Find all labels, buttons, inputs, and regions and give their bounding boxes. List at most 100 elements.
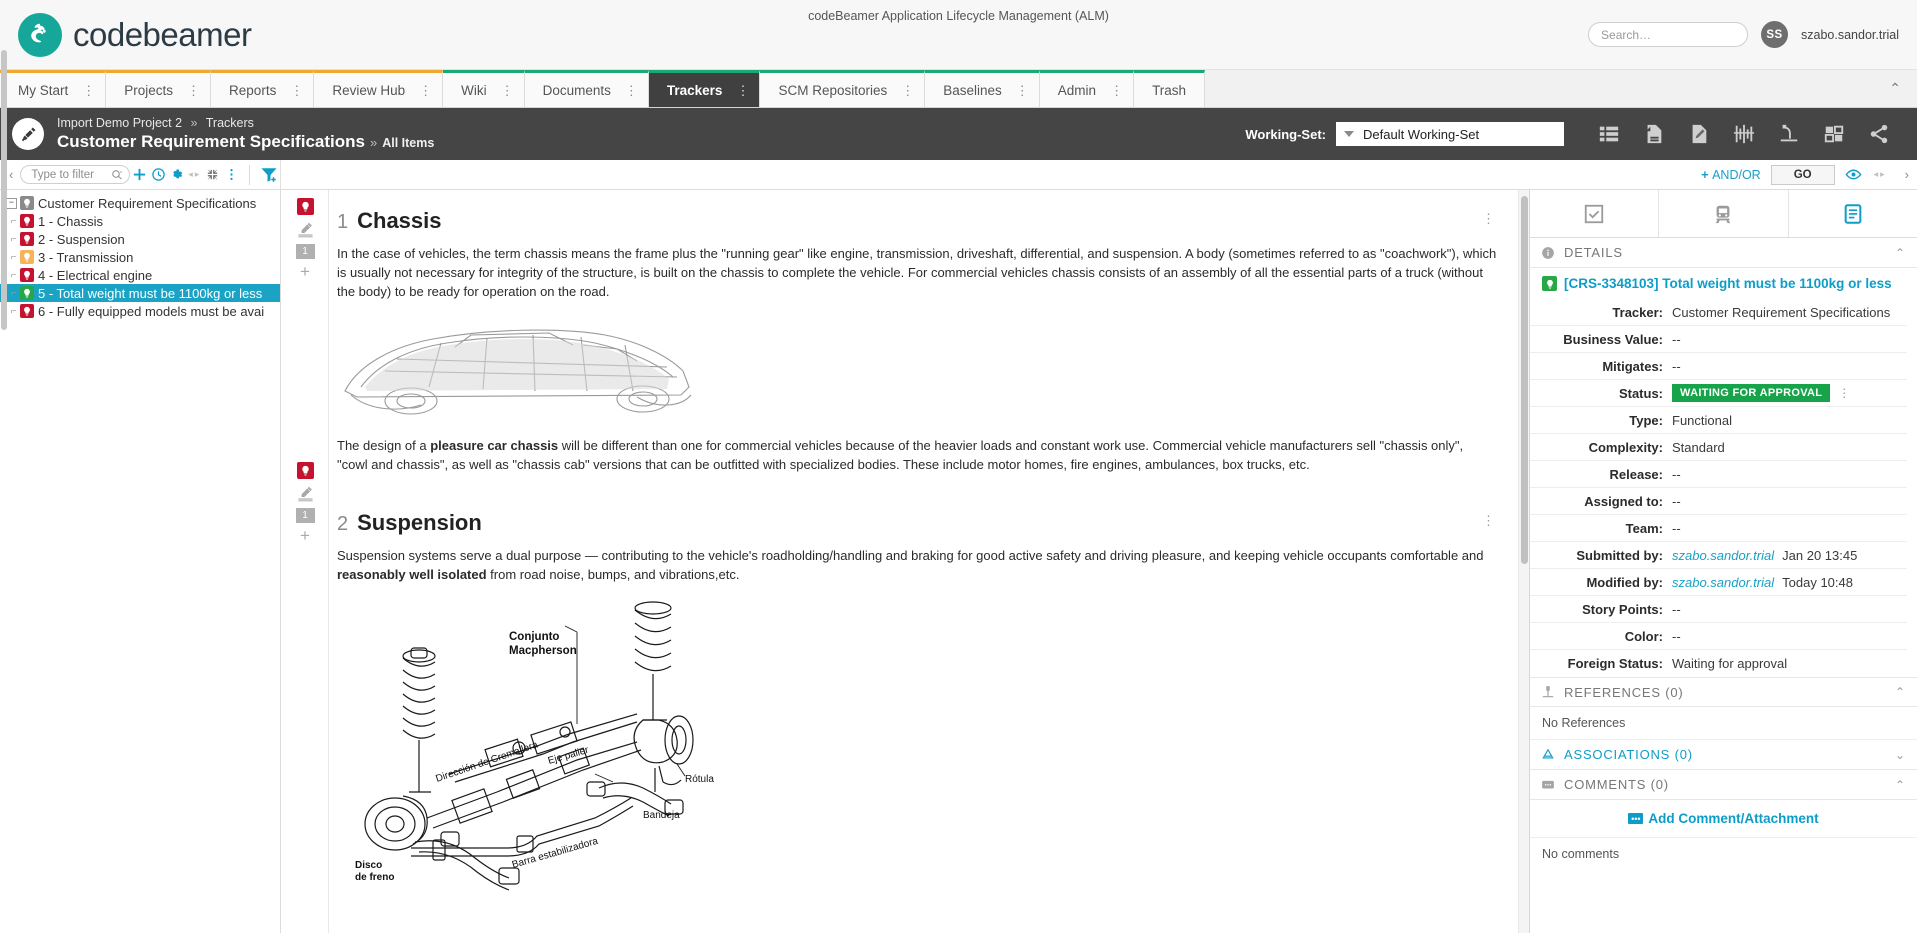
- edit-document-icon[interactable]: [1676, 114, 1721, 154]
- nav-tab-my-start[interactable]: My Start ⋮: [0, 70, 106, 107]
- chevron-down-icon[interactable]: ⌄: [1895, 748, 1905, 762]
- add-comment-button[interactable]: ••• Add Comment/Attachment: [1530, 800, 1917, 838]
- plus-icon: +: [300, 265, 310, 279]
- nav-tab-menu-icon[interactable]: ⋮: [611, 84, 648, 97]
- gutter-bulb-wrap[interactable]: [281, 462, 329, 479]
- filter-icon[interactable]: [258, 161, 281, 189]
- field-label: Foreign Status:: [1530, 656, 1672, 671]
- tree-item-1-chassis[interactable]: ⌐ 1 - Chassis: [0, 212, 280, 230]
- status-menu-icon[interactable]: ⋮: [1838, 387, 1850, 399]
- brand-logo[interactable]: codebeamer: [0, 13, 251, 57]
- field-value: Functional: [1672, 413, 1732, 428]
- nav-collapse-button[interactable]: ⌃: [1889, 70, 1917, 107]
- field-label: Story Points:: [1530, 602, 1672, 617]
- modifier-link[interactable]: szabo.sandor.trial: [1672, 575, 1774, 590]
- share-icon[interactable]: [1856, 114, 1901, 154]
- working-set-select[interactable]: Default Working-Set: [1336, 122, 1564, 146]
- paragraph-prefix: Suspension systems serve a dual purpose …: [337, 548, 1483, 563]
- submitter-link[interactable]: szabo.sandor.trial: [1672, 548, 1774, 563]
- expand-panel-icon[interactable]: ›: [1899, 167, 1909, 182]
- tab-tracker[interactable]: [1659, 190, 1788, 237]
- document-scrollbar[interactable]: [1518, 190, 1529, 933]
- nav-tab-menu-icon[interactable]: ⋮: [1002, 84, 1039, 97]
- section-menu-icon[interactable]: ⋮: [1482, 212, 1495, 225]
- nav-tab-menu-icon[interactable]: ⋮: [405, 84, 442, 97]
- nav-arrows[interactable]: ◂▸: [186, 169, 203, 180]
- nav-tab-trash[interactable]: Trash: [1134, 70, 1205, 107]
- field-row-complexity: Complexity: Standard: [1530, 434, 1907, 461]
- breadcrumb-project[interactable]: Import Demo Project 2: [57, 116, 182, 130]
- details-section-header[interactable]: DETAILS ⌃: [1530, 238, 1917, 268]
- section-heading-suspension: 2 Suspension ⋮: [329, 504, 1501, 540]
- nav-tab-wiki[interactable]: Wiki ⋮: [443, 70, 525, 107]
- user-name-label[interactable]: szabo.sandor.trial: [1801, 28, 1899, 42]
- layout-view-icon[interactable]: [1811, 114, 1856, 154]
- search-input[interactable]: [1601, 28, 1756, 42]
- tree-filter-field[interactable]: [20, 165, 130, 184]
- tree-item-6-fully-equipped[interactable]: ⌐ 6 - Fully equipped models must be avai: [0, 302, 280, 320]
- nav-tab-menu-icon[interactable]: ⋮: [276, 84, 313, 97]
- settings-gear-icon[interactable]: [167, 161, 186, 189]
- tree-item-3-transmission[interactable]: ⌐ 3 - Transmission: [0, 248, 280, 266]
- main-navigation: My Start ⋮ Projects ⋮ Reports ⋮ Review H…: [0, 70, 1917, 108]
- nav-tab-projects[interactable]: Projects ⋮: [106, 70, 211, 107]
- nav-tab-reports[interactable]: Reports ⋮: [211, 70, 314, 107]
- collapse-all-icon[interactable]: [203, 161, 222, 189]
- breadcrumb-main: Customer Requirement Specifications » Al…: [57, 132, 434, 153]
- references-section-header[interactable]: REFERENCES (0) ⌃: [1530, 677, 1917, 707]
- pager-arrows[interactable]: ◂▸: [1872, 169, 1889, 180]
- document-view-icon[interactable]: [1631, 114, 1676, 154]
- chevron-up-icon[interactable]: ⌃: [1895, 778, 1905, 792]
- tab-checklist[interactable]: [1530, 190, 1659, 237]
- associations-section-header[interactable]: ASSOCIATIONS (0) ⌄: [1530, 740, 1917, 770]
- document-scrollbar-thumb[interactable]: [1521, 196, 1528, 564]
- nav-tab-menu-icon[interactable]: ⋮: [68, 84, 105, 97]
- edit-lines-icon[interactable]: [281, 485, 329, 502]
- nav-tab-scm-repositories[interactable]: SCM Repositories ⋮: [760, 70, 925, 107]
- edit-lines-icon[interactable]: [281, 221, 329, 238]
- add-section-wrap[interactable]: +: [281, 529, 329, 543]
- tree-item-2-suspension[interactable]: ⌐ 2 - Suspension: [0, 230, 280, 248]
- requirement-bulb-icon: [1542, 276, 1557, 291]
- chevron-up-icon[interactable]: ⌃: [1895, 246, 1905, 260]
- traceability-icon[interactable]: [1721, 114, 1766, 154]
- breadcrumb-section[interactable]: Trackers: [206, 116, 254, 130]
- nav-tab-menu-icon[interactable]: ⋮: [487, 84, 524, 97]
- history-icon[interactable]: [149, 161, 168, 189]
- nav-tab-menu-icon[interactable]: ⋮: [1096, 84, 1133, 97]
- nav-tab-menu-icon[interactable]: ⋮: [887, 84, 924, 97]
- branch-view-icon[interactable]: [1766, 114, 1811, 154]
- nav-tab-review-hub[interactable]: Review Hub ⋮: [314, 70, 443, 107]
- view-name[interactable]: All Items: [382, 133, 434, 153]
- field-row-modified-by: Modified by: szabo.sandor.trial Today 10…: [1530, 569, 1907, 596]
- tab-document[interactable]: [1789, 190, 1917, 237]
- nav-tab-menu-icon[interactable]: ⋮: [173, 84, 210, 97]
- tree-item-4-electrical-engine[interactable]: ⌐ 4 - Electrical engine: [0, 266, 280, 284]
- field-row-mitigates: Mitigates: --: [1530, 353, 1907, 380]
- add-icon[interactable]: [130, 161, 149, 189]
- references-empty-text: No References: [1530, 707, 1917, 740]
- comments-section-header[interactable]: COMMENTS (0) ⌃: [1530, 770, 1917, 800]
- status-badge[interactable]: WAITING FOR APPROVAL: [1672, 384, 1830, 402]
- section-menu-icon[interactable]: ⋮: [1482, 514, 1495, 527]
- go-button[interactable]: GO: [1771, 165, 1835, 185]
- list-view-icon[interactable]: [1586, 114, 1631, 154]
- add-and-or-button[interactable]: + AND/OR: [1701, 168, 1760, 182]
- user-avatar[interactable]: SS: [1761, 21, 1788, 48]
- global-search[interactable]: [1588, 22, 1748, 47]
- nav-tab-documents[interactable]: Documents ⋮: [525, 70, 649, 107]
- nav-tab-trackers[interactable]: Trackers ⋮: [649, 70, 761, 107]
- field-row-color: Color: --: [1530, 623, 1907, 650]
- eye-icon[interactable]: [1845, 166, 1862, 183]
- tree-root-node[interactable]: − Customer Requirement Specifications: [0, 194, 280, 212]
- chevron-up-icon[interactable]: ⌃: [1895, 685, 1905, 699]
- details-item-title[interactable]: [CRS-3348103] Total weight must be 1100k…: [1564, 276, 1892, 291]
- filter-input[interactable]: [31, 169, 111, 181]
- add-section-wrap[interactable]: +: [281, 265, 329, 279]
- more-options-icon[interactable]: [222, 161, 241, 189]
- gutter-bulb-wrap[interactable]: [281, 198, 329, 215]
- nav-tab-baselines[interactable]: Baselines ⋮: [925, 70, 1040, 107]
- tree-item-5-total-weight[interactable]: ⌐ 5 - Total weight must be 1100kg or les…: [0, 284, 280, 302]
- nav-tab-menu-icon[interactable]: ⋮: [722, 84, 759, 97]
- nav-tab-admin[interactable]: Admin ⋮: [1040, 70, 1134, 107]
